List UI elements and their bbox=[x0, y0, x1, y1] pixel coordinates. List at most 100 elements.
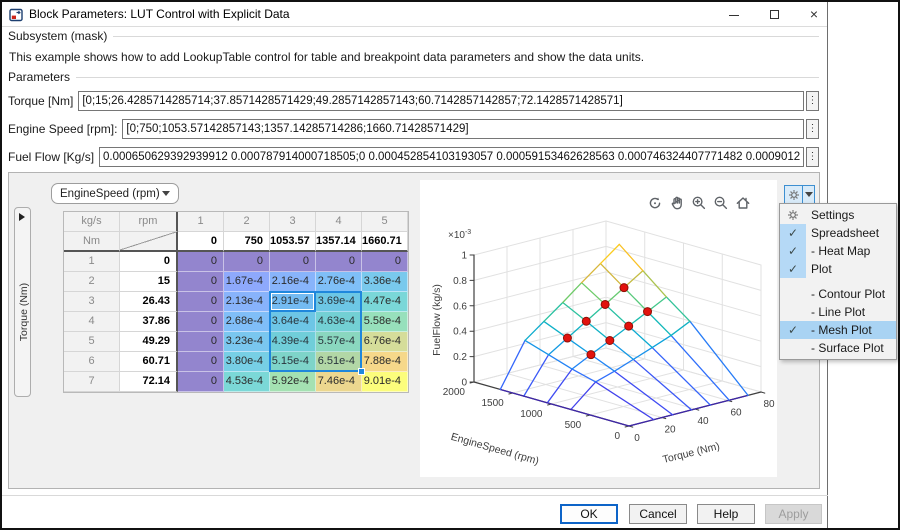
table-cell[interactable]: 2.68e-4 bbox=[224, 312, 270, 332]
menu-item-settings[interactable]: Settings bbox=[780, 206, 896, 224]
table-cell[interactable]: 5.92e-4 bbox=[270, 372, 316, 392]
engine-speed-field-input[interactable] bbox=[122, 119, 804, 139]
table-cell[interactable]: 3.80e-4 bbox=[224, 352, 270, 372]
table-cell[interactable]: 0 bbox=[270, 252, 316, 272]
table-cell[interactable]: 3.36e-4 bbox=[362, 272, 408, 292]
torque-field-menu-button[interactable]: ⋮ bbox=[806, 91, 819, 111]
row-index-header[interactable]: 3 bbox=[64, 292, 120, 312]
table-cell[interactable]: 2.13e-4 bbox=[224, 292, 270, 312]
menu-item-line-plot[interactable]: - Line Plot bbox=[780, 303, 896, 321]
svg-text:0: 0 bbox=[614, 431, 620, 442]
table-cell[interactable]: 5.57e-4 bbox=[316, 332, 362, 352]
row-index-header[interactable]: 5 bbox=[64, 332, 120, 352]
pan-icon[interactable] bbox=[668, 194, 685, 211]
row-index-header[interactable]: 4 bbox=[64, 312, 120, 332]
row-index-header[interactable]: 6 bbox=[64, 352, 120, 372]
table-cell[interactable]: 1.67e-4 bbox=[224, 272, 270, 292]
selected-data-point bbox=[644, 308, 652, 316]
cancel-button[interactable]: Cancel bbox=[629, 504, 687, 524]
table-cell[interactable]: 0 bbox=[362, 252, 408, 272]
table-cell[interactable]: 0 bbox=[178, 252, 224, 272]
menu-item-surface-plot[interactable]: - Surface Plot bbox=[780, 339, 896, 357]
table-cell[interactable]: 9.01e-4 bbox=[362, 372, 408, 392]
col-breakpoint-cell[interactable]: 1053.57 bbox=[270, 232, 316, 252]
menu-item-contour-plot[interactable]: - Contour Plot bbox=[780, 285, 896, 303]
close-icon: × bbox=[810, 6, 818, 22]
table-cell[interactable]: 3.69e-4 bbox=[316, 292, 362, 312]
svg-text:1: 1 bbox=[461, 251, 467, 262]
table-cell[interactable]: 6.76e-4 bbox=[362, 332, 408, 352]
table-cell[interactable]: 7.88e-4 bbox=[362, 352, 408, 372]
table-cell[interactable]: 3.64e-4 bbox=[270, 312, 316, 332]
torque-collapsed-tab[interactable]: Torque (Nm) bbox=[14, 207, 31, 397]
table-cell[interactable]: 0 bbox=[316, 252, 362, 272]
menu-item-plot[interactable]: ✓Plot bbox=[780, 260, 896, 278]
col-breakpoint-cell[interactable]: 1660.71 bbox=[362, 232, 408, 252]
row-index-header[interactable]: 2 bbox=[64, 272, 120, 292]
table-cell[interactable]: 4.53e-4 bbox=[224, 372, 270, 392]
row-breakpoint-cell[interactable]: 60.71 bbox=[120, 352, 178, 372]
col-breakpoint-cell[interactable]: 750 bbox=[224, 232, 270, 252]
ok-button[interactable]: OK bbox=[560, 504, 618, 524]
maximize-button[interactable] bbox=[758, 2, 790, 27]
table-cell[interactable]: 0 bbox=[224, 252, 270, 272]
row-index-header[interactable]: 1 bbox=[64, 252, 120, 272]
col-index-header[interactable]: 3 bbox=[270, 212, 316, 232]
table-cell[interactable]: 7.46e-4 bbox=[316, 372, 362, 392]
row-breakpoint-cell[interactable]: 26.43 bbox=[120, 292, 178, 312]
table-cell[interactable]: 0 bbox=[178, 332, 224, 352]
table-cell[interactable]: 4.63e-4 bbox=[316, 312, 362, 332]
mesh-plot-area[interactable]: 020406080050010001500200000.20.40.60.81T… bbox=[420, 180, 777, 477]
menu-icon-spacer bbox=[780, 303, 806, 321]
divider bbox=[76, 77, 819, 78]
table-cell[interactable]: 3.23e-4 bbox=[224, 332, 270, 352]
table-cell[interactable]: 0 bbox=[178, 292, 224, 312]
help-button[interactable]: Help bbox=[697, 504, 755, 524]
svg-text:×10-3: ×10-3 bbox=[448, 229, 471, 241]
menu-item-heat-map[interactable]: ✓- Heat Map bbox=[780, 242, 896, 260]
svg-text:0.2: 0.2 bbox=[453, 352, 467, 363]
torque-field-input[interactable] bbox=[78, 91, 804, 111]
row-breakpoint-cell[interactable]: 37.86 bbox=[120, 312, 178, 332]
home-icon[interactable] bbox=[734, 194, 751, 211]
table-cell[interactable]: 4.39e-4 bbox=[270, 332, 316, 352]
zoom-out-icon[interactable] bbox=[712, 194, 729, 211]
col-index-header[interactable]: 1 bbox=[178, 212, 224, 232]
table-cell[interactable]: 5.58e-4 bbox=[362, 312, 408, 332]
row-index-header[interactable]: 7 bbox=[64, 372, 120, 392]
engine-speed-field-menu-button[interactable]: ⋮ bbox=[806, 119, 819, 139]
breakpoint-dimension-dropdown[interactable]: EngineSpeed (rpm) bbox=[51, 183, 179, 204]
table-cell[interactable]: 0 bbox=[178, 312, 224, 332]
table-cell[interactable]: 6.51e-4 bbox=[316, 352, 362, 372]
row-breakpoint-cell[interactable]: 72.14 bbox=[120, 372, 178, 392]
table-cell[interactable]: 0 bbox=[178, 372, 224, 392]
row-breakpoint-cell[interactable]: 49.29 bbox=[120, 332, 178, 352]
engine-speed-field-row: Engine Speed [rpm]: ⋮ bbox=[8, 119, 819, 139]
row-breakpoint-cell[interactable]: 0 bbox=[120, 252, 178, 272]
table-cell[interactable]: 0 bbox=[178, 272, 224, 292]
expand-arrow-icon bbox=[19, 213, 25, 221]
engine-speed-field-label: Engine Speed [rpm]: bbox=[8, 122, 117, 136]
settings-split-button[interactable] bbox=[784, 185, 815, 204]
table-cell[interactable]: 4.47e-4 bbox=[362, 292, 408, 312]
zoom-in-icon[interactable] bbox=[690, 194, 707, 211]
lut-control-panel: EngineSpeed (rpm) Torque (Nm) kg/srpm123… bbox=[8, 172, 820, 489]
table-cell[interactable]: 2.16e-4 bbox=[270, 272, 316, 292]
table-cell[interactable]: 2.76e-4 bbox=[316, 272, 362, 292]
col-breakpoint-cell[interactable]: 0 bbox=[178, 232, 224, 252]
minimize-button[interactable] bbox=[718, 2, 750, 27]
table-cell[interactable]: 2.91e-4 bbox=[270, 292, 316, 312]
fuel-flow-field-menu-button[interactable]: ⋮ bbox=[806, 147, 819, 167]
fuel-flow-field-input[interactable] bbox=[99, 147, 804, 167]
col-index-header[interactable]: 5 bbox=[362, 212, 408, 232]
col-breakpoint-cell[interactable]: 1357.14 bbox=[316, 232, 362, 252]
table-cell[interactable]: 0 bbox=[178, 352, 224, 372]
close-button[interactable]: × bbox=[798, 2, 830, 27]
menu-item-spreadsheet[interactable]: ✓Spreadsheet bbox=[780, 224, 896, 242]
col-index-header[interactable]: 2 bbox=[224, 212, 270, 232]
rotate-3d-icon[interactable] bbox=[646, 194, 663, 211]
col-index-header[interactable]: 4 bbox=[316, 212, 362, 232]
menu-item-mesh-plot[interactable]: ✓- Mesh Plot bbox=[780, 321, 896, 339]
table-cell[interactable]: 5.15e-4 bbox=[270, 352, 316, 372]
row-breakpoint-cell[interactable]: 15 bbox=[120, 272, 178, 292]
